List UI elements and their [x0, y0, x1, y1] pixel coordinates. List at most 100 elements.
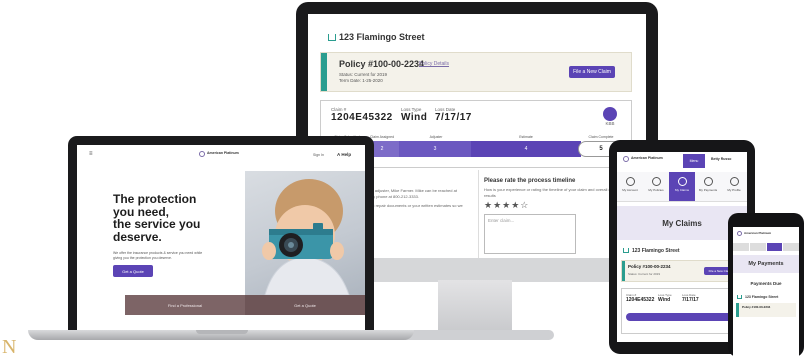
- adjuster-label: KBB: [605, 121, 615, 126]
- find-professional-tab[interactable]: Find a Professional: [125, 295, 245, 315]
- phone-nav-3[interactable]: [766, 243, 783, 251]
- policy-status: Status: Current for 2019 Term Date: 1-25-…: [339, 72, 387, 84]
- phone-nav: [733, 243, 799, 251]
- phone-logo: American Platinum: [737, 231, 771, 236]
- tablet-loss-date: 7/17/17: [682, 297, 699, 303]
- nav-my-payments-label: My Payments: [698, 188, 718, 192]
- policy-card: Policy #100-00-2234 Policy Details Statu…: [320, 52, 632, 92]
- tablet-policy-card: Policy #100-00-2234 Status: Current for …: [621, 260, 743, 282]
- hero-headline: The protection you need, the service you…: [113, 193, 233, 243]
- progress-step-4: 4: [471, 141, 581, 157]
- phone-nav-4[interactable]: [783, 243, 799, 251]
- tablet-logo-icon: [623, 156, 629, 162]
- account-icon: [625, 177, 635, 186]
- policy-details-link[interactable]: Policy Details: [419, 61, 449, 67]
- adjuster-avatar[interactable]: KBB: [603, 107, 617, 126]
- tablet-policy-status: Status: Current for 2019: [628, 272, 661, 276]
- hero-photo: [245, 171, 365, 295]
- logo-icon: [199, 151, 205, 157]
- feedback-textarea[interactable]: Enter claim...: [484, 214, 576, 254]
- payments-icon: [703, 177, 713, 186]
- nav-my-claims[interactable]: My Claims: [669, 172, 695, 201]
- property-address-text: 123 Flamingo Street: [339, 32, 425, 42]
- help-link[interactable]: A Help: [337, 152, 351, 157]
- brand-logo: American Platinum: [199, 151, 239, 157]
- logo-text: American Platinum: [207, 151, 239, 156]
- phone-nav-1[interactable]: [733, 243, 749, 251]
- tablet-address-text: 123 Flamingo Street: [632, 248, 680, 254]
- file-new-claim-button[interactable]: File a New Claim: [569, 66, 615, 78]
- tablet-loss-type: Wind: [658, 297, 671, 303]
- laptop-screen: ≡ American Platinum Sign In A Help The p…: [77, 145, 365, 331]
- child-with-camera-image: [262, 179, 350, 295]
- nav-my-payments[interactable]: My Payments: [695, 172, 721, 201]
- tablet-progress-bar: [626, 313, 738, 321]
- phone-nav-2[interactable]: [749, 243, 766, 251]
- corner-brand-mark: N: [2, 336, 17, 357]
- claim-number-block: Claim # 1204E45322: [331, 107, 393, 123]
- laptop-notch: [196, 330, 248, 334]
- nav-my-profile[interactable]: My Profile: [721, 172, 747, 201]
- tablet-loss-type-block: Loss Type Wind: [658, 293, 672, 303]
- phone-logo-icon: [737, 231, 742, 236]
- hero-line-3: the service you: [113, 217, 201, 231]
- phone-logo-text: American Platinum: [744, 230, 772, 235]
- tablet-policy-bar: [622, 261, 625, 281]
- tablet-loss-date-block: Loss Date 7/17/17: [682, 293, 699, 303]
- tablet-claim-number-block: Claim #1204E45322: [626, 293, 654, 303]
- tablet-address: 123 Flamingo Street: [623, 248, 680, 254]
- property-address: 123 Flamingo Street: [328, 32, 425, 42]
- tablet-policy-title: Policy #100-00-2234: [628, 264, 671, 269]
- monitor-stand: [438, 280, 512, 334]
- nav-my-account[interactable]: My Account: [617, 172, 643, 201]
- monitor-base: [398, 330, 554, 340]
- nav-my-policies[interactable]: My Policies: [643, 172, 669, 201]
- claim-number: 1204E45322: [331, 112, 393, 123]
- phone-address: 123 Flamingo Street: [737, 295, 778, 299]
- hero-line-4: deserve.: [113, 229, 162, 244]
- step-3-label: Adjuster: [429, 135, 443, 139]
- multi-device-showcase: 123 Flamingo Street Policy #100-00-2234 …: [0, 0, 807, 357]
- tablet-logo-text: American Platinum: [631, 156, 663, 161]
- step-5-label: Claim Complete: [588, 135, 614, 139]
- step-4-label: Estimate: [519, 135, 533, 139]
- hero-line-1: The protection: [113, 192, 197, 206]
- loss-date-block: Loss Date 7/17/17: [435, 107, 472, 123]
- loss-type: Wind: [401, 112, 428, 123]
- nav-my-claims-label: My Claims: [675, 188, 689, 192]
- adjuster-icon: [603, 107, 617, 121]
- policies-icon: [651, 177, 661, 186]
- laptop: ≡ American Platinum Sign In A Help The p…: [68, 136, 374, 332]
- hero-subtext: We offer the insurance products & servic…: [113, 251, 203, 260]
- hero-tab-bar: Find a Professional Get a Quote: [125, 295, 365, 315]
- step-2-number: 2: [380, 146, 384, 152]
- phone-policy-card: Policy #100-00-2234: [736, 303, 796, 317]
- get-quote-button[interactable]: Get a Quote: [113, 265, 153, 277]
- nav-my-policies-label: My Policies: [648, 188, 664, 192]
- home-icon: [328, 34, 336, 41]
- tablet-claim-card: Claim #1204E45322 Loss Type Wind Loss Dat…: [621, 288, 743, 334]
- nav-my-profile-label: My Profile: [727, 188, 741, 192]
- phone-page-title: My Payments: [733, 255, 799, 273]
- policy-date-text: Term Date: 1-25-2020: [339, 78, 383, 83]
- section-divider: [478, 170, 479, 260]
- menu-icon[interactable]: ≡: [89, 151, 93, 157]
- tablet-claim-number: 1204E45322: [626, 297, 655, 303]
- profile-icon: [729, 177, 739, 186]
- phone-screen: American Platinum My Payments Payments D…: [733, 227, 799, 357]
- tablet-logo: American Platinum: [623, 156, 663, 162]
- tablet-user-name[interactable]: Betty Russo: [711, 157, 731, 161]
- step-3-number: 3: [433, 146, 437, 152]
- loss-date: 7/17/17: [435, 112, 472, 123]
- progress-step-3: 3: [399, 141, 471, 157]
- sign-in-link[interactable]: Sign In: [313, 153, 324, 157]
- policy-title: Policy #100-00-2234: [339, 59, 425, 69]
- get-quote-tab[interactable]: Get a Quote: [245, 295, 365, 315]
- step-4-number: 4: [524, 146, 528, 152]
- tablet-menu-button[interactable]: Menu: [683, 154, 705, 168]
- tablet-nav: My Account My Policies My Claims My Paym…: [617, 172, 747, 202]
- tablet-home-icon: [623, 248, 629, 253]
- step-5-number: 5: [599, 146, 603, 152]
- phone-address-text: 123 Flamingo Street: [745, 295, 779, 299]
- loss-type-block: Loss Type Wind: [401, 107, 427, 123]
